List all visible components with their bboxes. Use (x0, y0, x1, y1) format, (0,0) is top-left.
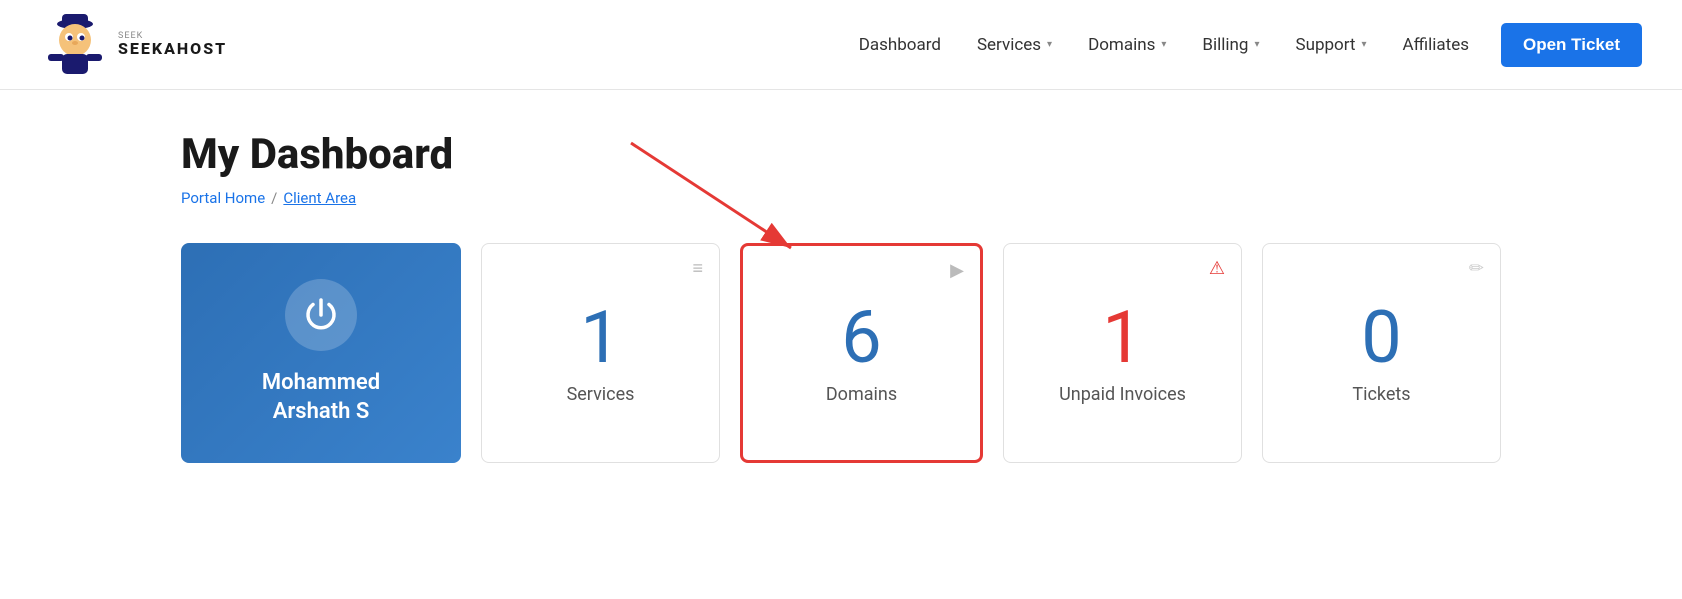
services-stat-card[interactable]: ≡ 1 Services (481, 243, 720, 463)
nav-services[interactable]: Services ▾ (963, 27, 1066, 63)
billing-chevron-icon: ▾ (1254, 39, 1259, 50)
main-nav: Dashboard Services ▾ Domains ▾ Billing ▾… (845, 23, 1642, 67)
invoices-count: 1 (1102, 302, 1142, 374)
logo-text: SEEKAHOST (118, 41, 227, 57)
domains-stat-card[interactable]: ▶ 6 Domains (740, 243, 983, 463)
logo-icon (40, 10, 110, 80)
domains-chevron-icon: ▾ (1161, 39, 1166, 50)
tickets-label: Tickets (1352, 384, 1410, 405)
invoices-card-icon: ⚠ (1209, 258, 1225, 279)
logo-area[interactable]: SEEK SEEKAHOST (40, 10, 227, 80)
services-chevron-icon: ▾ (1047, 39, 1052, 50)
nav-support[interactable]: Support ▾ (1282, 27, 1381, 63)
user-power-icon (285, 279, 357, 351)
domains-label: Domains (826, 384, 897, 405)
page-title: My Dashboard (181, 130, 1501, 179)
header: SEEK SEEKAHOST Dashboard Services ▾ Doma… (0, 0, 1682, 90)
services-card-icon: ≡ (692, 258, 703, 279)
tickets-stat-card[interactable]: ✏ 0 Tickets (1262, 243, 1501, 463)
support-chevron-icon: ▾ (1362, 39, 1367, 50)
services-count: 1 (580, 302, 620, 374)
domains-card-icon: ▶ (950, 260, 964, 281)
nav-domains[interactable]: Domains ▾ (1074, 27, 1180, 63)
domains-count: 6 (841, 302, 881, 374)
breadcrumb-separator: / (271, 189, 277, 207)
breadcrumb: Portal Home / Client Area (181, 189, 1501, 207)
tickets-count: 0 (1361, 302, 1401, 374)
services-label: Services (567, 384, 635, 405)
user-card: Mohammed Arshath S (181, 243, 461, 463)
tickets-card-icon: ✏ (1469, 258, 1484, 279)
invoices-label: Unpaid Invoices (1059, 384, 1186, 405)
main-content: My Dashboard Portal Home / Client Area (141, 90, 1541, 463)
nav-billing[interactable]: Billing ▾ (1188, 27, 1273, 63)
power-icon (301, 295, 341, 335)
nav-dashboard[interactable]: Dashboard (845, 27, 955, 63)
open-ticket-button[interactable]: Open Ticket (1501, 23, 1642, 67)
dashboard-cards: Mohammed Arshath S ≡ 1 Services ▶ 6 Doma… (181, 243, 1501, 463)
invoices-stat-card[interactable]: ⚠ 1 Unpaid Invoices (1003, 243, 1242, 463)
breadcrumb-home[interactable]: Portal Home (181, 189, 265, 207)
breadcrumb-current[interactable]: Client Area (283, 189, 356, 207)
nav-affiliates[interactable]: Affiliates (1389, 27, 1483, 63)
cards-row: Mohammed Arshath S ≡ 1 Services ▶ 6 Doma… (181, 243, 1501, 463)
user-name: Mohammed Arshath S (262, 369, 380, 426)
